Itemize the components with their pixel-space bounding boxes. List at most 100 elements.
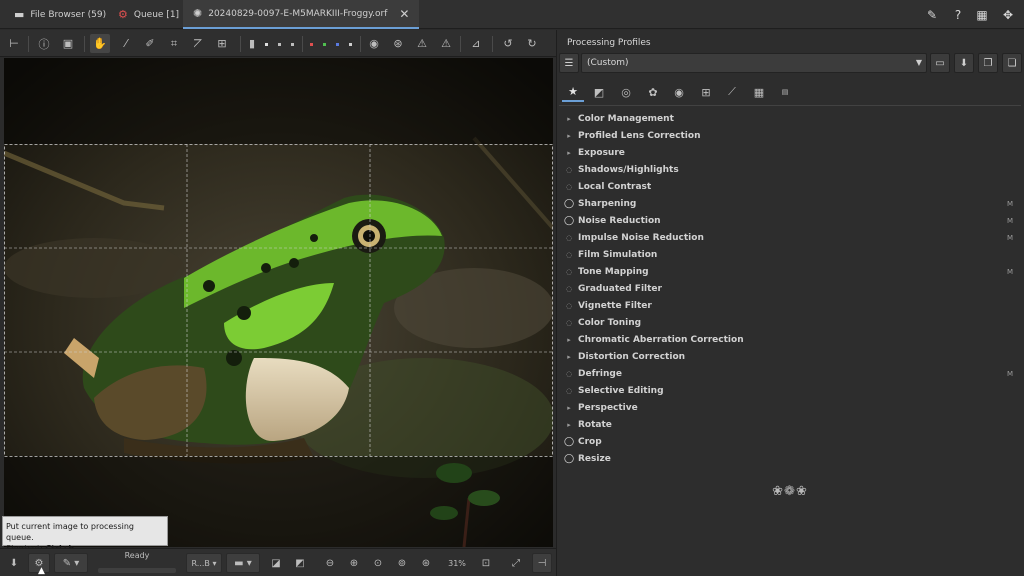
tool-sharpening[interactable]: ◯ Sharpening M xyxy=(561,195,1021,212)
exposure-icon[interactable]: ◉ xyxy=(364,34,384,53)
expander-arrow-icon[interactable]: ▸ xyxy=(561,404,577,412)
expander-arrow-icon[interactable]: ▸ xyxy=(561,149,577,157)
info-icon[interactable]: ⓘ xyxy=(34,34,54,53)
disabled-toggle-icon[interactable]: ◌ xyxy=(561,166,577,174)
disabled-toggle-icon[interactable]: ◌ xyxy=(561,183,577,191)
enabled-toggle-icon[interactable]: ◯ xyxy=(561,437,577,447)
expander-arrow-icon[interactable]: ▸ xyxy=(561,115,577,123)
disabled-toggle-icon[interactable]: ◌ xyxy=(561,285,577,293)
tab-file-browser[interactable]: ▬ File Browser (59) xyxy=(4,0,116,29)
profile-select[interactable]: (Custom) ▼ xyxy=(581,53,927,73)
grid-icon[interactable]: ▦ xyxy=(972,5,992,25)
tab-favorites[interactable]: ★ xyxy=(562,82,584,102)
help-icon[interactable]: ? xyxy=(948,5,968,25)
tool-exposure[interactable]: ▸ Exposure xyxy=(561,144,1021,161)
color-picker-icon[interactable]: ✐ xyxy=(140,34,160,53)
clipped-highlights-icon[interactable]: ⚠ xyxy=(436,34,456,53)
new-detail-window-icon[interactable]: ⊡ xyxy=(476,553,496,573)
zoom-out-icon[interactable]: ⊖ xyxy=(320,553,340,573)
hide-right-panel-icon[interactable]: ⊣ xyxy=(532,553,552,573)
preview-channel-dot[interactable] xyxy=(291,43,294,46)
tool-local-contrast[interactable]: ◌ Local Contrast xyxy=(561,178,1021,195)
expander-arrow-icon[interactable]: ▸ xyxy=(561,353,577,361)
tab-exposure[interactable]: ◩ xyxy=(588,82,610,102)
tool-perspective[interactable]: ▸ Perspective xyxy=(561,400,1021,417)
rotate-left-icon[interactable]: ↺ xyxy=(498,34,518,53)
straighten-icon[interactable]: ⦢ xyxy=(188,34,208,53)
tool-film-simulation[interactable]: ◌ Film Simulation xyxy=(561,246,1021,263)
before-after-icon[interactable]: ▣ xyxy=(58,34,78,53)
tool-resize[interactable]: ◯ Resize xyxy=(561,451,1021,468)
clipped-shadows-icon[interactable]: ⚠ xyxy=(412,34,432,53)
luminance-channel-dot[interactable] xyxy=(349,43,352,46)
tool-tone-mapping[interactable]: ◌ Tone Mapping M xyxy=(561,263,1021,280)
tool-noise-reduction[interactable]: ◯ Noise Reduction M xyxy=(561,212,1021,229)
open-profile-icon[interactable]: ▭ xyxy=(930,53,950,73)
tool-profiled-lens-correction[interactable]: ▸ Profiled Lens Correction xyxy=(561,127,1021,144)
save-profile-icon[interactable]: ⬇ xyxy=(954,53,974,73)
output-profile-select[interactable]: R...B ▾ xyxy=(186,553,222,573)
expander-arrow-icon[interactable]: ▸ xyxy=(561,336,577,344)
expander-arrow-icon[interactable]: ▸ xyxy=(561,132,577,140)
disabled-toggle-icon[interactable]: ◌ xyxy=(561,370,577,378)
enabled-toggle-icon[interactable]: ◯ xyxy=(561,454,577,464)
send-to-editor-button[interactable]: ✎ ▾ xyxy=(54,553,88,573)
tab-raw[interactable]: ▦ xyxy=(748,82,770,102)
red-channel-dot[interactable] xyxy=(310,43,313,46)
tool-chromatic-aberration-correction[interactable]: ▸ Chromatic Aberration Correction xyxy=(561,332,1021,349)
tool-color-toning[interactable]: ◌ Color Toning xyxy=(561,315,1021,332)
paste-profile-icon[interactable]: ❏ xyxy=(1002,53,1022,73)
close-icon[interactable]: ✕ xyxy=(399,7,409,21)
tool-defringe[interactable]: ◌ Defringe M xyxy=(561,366,1021,383)
gamut-check-icon[interactable]: ◩ xyxy=(290,553,310,573)
enabled-toggle-icon[interactable]: ◯ xyxy=(561,199,577,209)
zoom-100-icon[interactable]: ⊛ xyxy=(416,553,436,573)
tab-detail[interactable]: ◎ xyxy=(615,82,637,102)
tab-queue[interactable]: ⚙ Queue [1] xyxy=(108,0,189,29)
disabled-toggle-icon[interactable]: ◌ xyxy=(561,234,577,242)
zoom-fit-crop-icon[interactable]: ⊚ xyxy=(392,553,412,573)
white-balance-icon[interactable]: ⁄ xyxy=(116,34,136,53)
tab-locallab[interactable]: ⊞ xyxy=(695,82,717,102)
tool-shadows-highlights[interactable]: ◌ Shadows/Highlights xyxy=(561,161,1021,178)
blue-channel-dot[interactable] xyxy=(336,43,339,46)
preview-channel-dot[interactable] xyxy=(278,43,281,46)
fullscreen-icon[interactable]: ⤢ xyxy=(506,553,526,573)
zoom-fit-icon[interactable]: ⊙ xyxy=(368,553,388,573)
image-viewer[interactable] xyxy=(4,58,553,547)
profile-list-icon[interactable]: ☰ xyxy=(559,53,579,73)
disabled-toggle-icon[interactable]: ◌ xyxy=(561,251,577,259)
soft-proofing-icon[interactable]: ◪ xyxy=(266,553,286,573)
tool-distortion-correction[interactable]: ▸ Distortion Correction xyxy=(561,349,1021,366)
enabled-toggle-icon[interactable]: ◯ xyxy=(561,216,577,226)
tab-transform[interactable]: ⟋ xyxy=(721,82,743,102)
preview-channel-dot[interactable] xyxy=(265,43,268,46)
rotate-right-icon[interactable]: ↻ xyxy=(522,34,542,53)
tab-editor[interactable]: ✺ 20240829-0097-E-M5MARKIII-Froggy.orf ✕ xyxy=(183,0,420,29)
hand-tool-icon[interactable]: ✋ xyxy=(90,34,110,53)
expander-arrow-icon[interactable]: ▸ xyxy=(561,421,577,429)
tab-color[interactable]: ✿ xyxy=(642,82,664,102)
move-icon[interactable]: ✥ xyxy=(998,5,1018,25)
perspective-icon[interactable]: ⊞ xyxy=(212,34,232,53)
disabled-toggle-icon[interactable]: ◌ xyxy=(561,302,577,310)
focus-icon[interactable]: ⊛ xyxy=(388,34,408,53)
copy-profile-icon[interactable]: ❐ xyxy=(978,53,998,73)
disabled-toggle-icon[interactable]: ◌ xyxy=(561,268,577,276)
tab-metadata[interactable]: ▤ xyxy=(774,82,796,102)
add-effect-icon[interactable]: ✎ xyxy=(922,5,942,25)
hide-panel-icon[interactable]: ⊢ xyxy=(4,34,24,53)
tab-advanced[interactable]: ◉ xyxy=(668,82,690,102)
crop-icon[interactable]: ⌗ xyxy=(164,34,184,53)
save-image-icon[interactable]: ⬇ xyxy=(4,553,24,573)
tool-crop[interactable]: ◯ Crop xyxy=(561,434,1021,451)
tool-rotate[interactable]: ▸ Rotate xyxy=(561,417,1021,434)
green-channel-dot[interactable] xyxy=(323,43,326,46)
zoom-in-icon[interactable]: ⊕ xyxy=(344,553,364,573)
tool-impulse-noise-reduction[interactable]: ◌ Impulse Noise Reduction M xyxy=(561,229,1021,246)
disabled-toggle-icon[interactable]: ◌ xyxy=(561,387,577,395)
tool-vignette-filter[interactable]: ◌ Vignette Filter xyxy=(561,298,1021,315)
histogram-icon[interactable]: ⊿ xyxy=(466,34,486,53)
focus-mask-icon[interactable]: ▮ xyxy=(246,34,258,53)
disabled-toggle-icon[interactable]: ◌ xyxy=(561,319,577,327)
